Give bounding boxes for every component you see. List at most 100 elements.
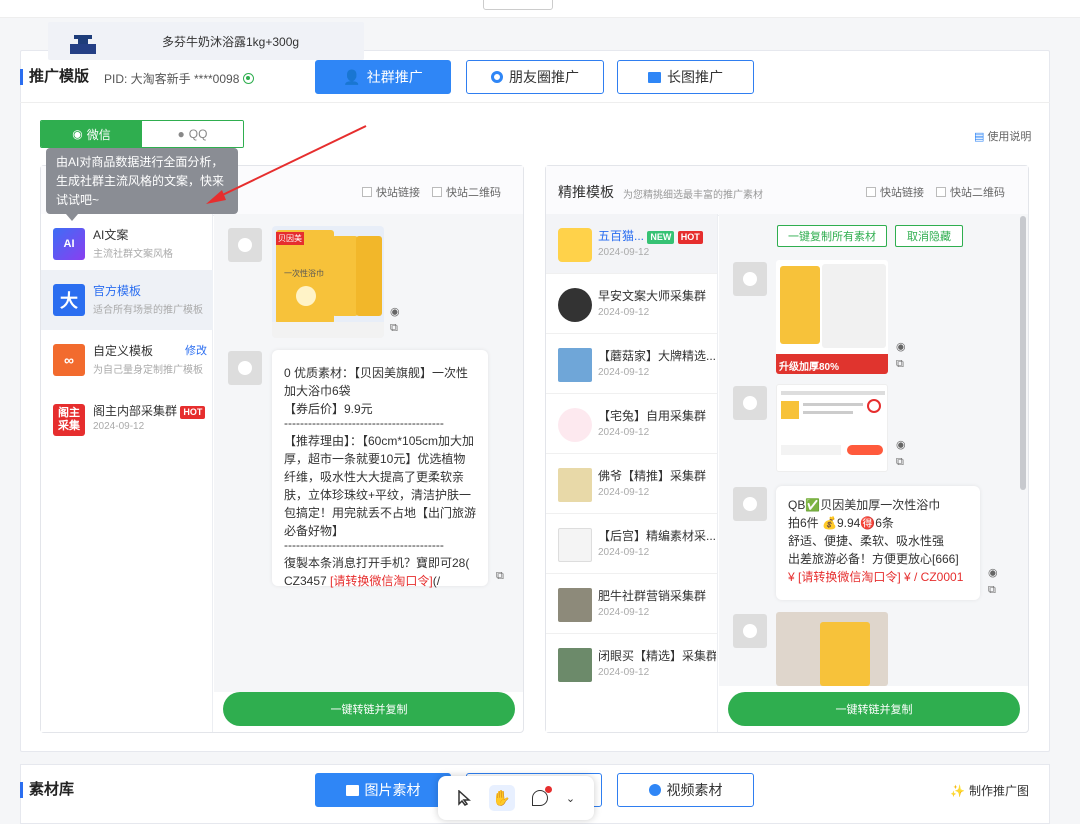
scrollbar[interactable]: [1020, 216, 1026, 490]
make-poster-label: 制作推广图: [968, 784, 1029, 798]
chevron-down-icon[interactable]: ⌄: [566, 792, 575, 805]
msg-line: 0 优质素材：【贝因美旗舰】一次性加大浴巾6袋: [284, 366, 469, 398]
group-avatar: [558, 588, 592, 622]
product-image[interactable]: [776, 612, 888, 686]
avatar: [733, 614, 767, 648]
right-copy-button[interactable]: 一键转链并复制: [728, 692, 1020, 726]
group-item[interactable]: 早安文案大师采集群 2024-09-12: [546, 274, 717, 334]
quick-link-checkbox[interactable]: 快站链接: [866, 184, 924, 200]
group-avatar: [558, 348, 592, 382]
pen-icon: ∞: [53, 344, 85, 376]
group-date: 2024-09-12: [598, 667, 650, 678]
template-item-owner-group[interactable]: 阁主采集 阁主内部采集群 HOT 2024-09-12: [41, 390, 213, 450]
quick-link-label: 快站链接: [880, 187, 924, 199]
template-title-row: 阁主内部采集群 HOT: [93, 402, 206, 419]
msg-line: 【券后价】9.9元: [284, 402, 373, 416]
quick-qr-checkbox[interactable]: 快站二维码: [936, 184, 1005, 200]
tab-moments[interactable]: 朋友圈推广: [466, 60, 604, 94]
msg-separator: ----------------------------------------: [284, 418, 444, 430]
wechat-label: 微信: [86, 127, 111, 142]
tab-longimage[interactable]: 长图推广: [617, 60, 754, 94]
pointer-icon[interactable]: [457, 790, 471, 806]
product-bar: 多芬牛奶沐浴露1kg+300g: [48, 22, 364, 60]
image-caption: 升级加厚80%: [776, 354, 888, 374]
lasso-icon[interactable]: [532, 786, 553, 806]
coupon-screenshot[interactable]: [776, 384, 888, 472]
cat-avatar-icon: [558, 228, 592, 262]
new-badge: NEW: [647, 231, 675, 244]
tab-videos-label: 视频素材: [666, 782, 723, 798]
product-name: 多芬牛奶沐浴露1kg+300g: [162, 35, 300, 49]
quick-qr-checkbox[interactable]: 快站二维码: [432, 184, 501, 200]
jingtui-subtitle: 为您精挑细选最丰富的推广素材: [623, 190, 763, 201]
usage-link[interactable]: ▤ 使用说明: [974, 128, 1031, 144]
tab-community[interactable]: 👤 社群推广: [315, 60, 451, 94]
tab-videos[interactable]: 视频素材: [617, 773, 754, 807]
tab-images[interactable]: 图片素材: [315, 773, 451, 807]
pid-check-icon[interactable]: [243, 73, 255, 84]
msg-line: QB✅贝因美加厚一次性浴巾: [788, 498, 941, 512]
msg-text: (/: [432, 574, 441, 588]
group-name: 【宅兔】自用采集群: [598, 409, 707, 423]
product-image[interactable]: 贝因美 一次性浴巾: [272, 226, 384, 338]
checkbox-box: [936, 187, 946, 197]
divider: [20, 102, 1050, 103]
eye-icon[interactable]: ◉: [896, 340, 906, 353]
group-avatar: [558, 468, 592, 502]
quick-qr-label: 快站二维码: [446, 187, 501, 199]
ai-icon: AI: [53, 228, 85, 260]
msg-line: 拍6件 💰9.94🉐6条: [788, 516, 894, 530]
template-item-official[interactable]: 大 官方模板 适合所有场景的推广模板: [41, 270, 213, 330]
template-item-ai[interactable]: AI AI文案 主流社群文案风格: [41, 214, 213, 274]
hand-icon[interactable]: ✋: [488, 785, 515, 811]
official-icon: 大: [53, 284, 85, 316]
eye-icon[interactable]: ◉: [896, 438, 906, 451]
top-button[interactable]: [483, 0, 553, 10]
copy-icon[interactable]: ⧉: [390, 322, 398, 335]
group-date: 2024-09-12: [598, 367, 650, 378]
group-item[interactable]: 【后宫】精编素材采... 2024-09-12: [546, 514, 717, 574]
group-date: 2024-09-12: [598, 547, 650, 558]
materials-title: 素材库: [20, 782, 74, 798]
copy-icon[interactable]: ⧉: [896, 456, 904, 469]
jingtui-title: 精推模板: [558, 184, 614, 200]
template-sub: 主流社群文案风格: [93, 249, 173, 260]
group-name-row: 五百猫... NEW HOT: [598, 227, 716, 244]
template-date: 2024-09-12: [93, 421, 145, 432]
group-item[interactable]: 【蘑菇家】大牌精选... 2024-09-12: [546, 334, 717, 394]
users-icon: 👤: [343, 68, 361, 85]
group-item[interactable]: 五百猫... NEW HOT 2024-09-12: [546, 214, 717, 274]
edit-link[interactable]: 修改: [185, 342, 207, 358]
group-item[interactable]: 佛爷【精推】采集群 2024-09-12: [546, 454, 717, 514]
make-poster-link[interactable]: ✨ 制作推广图: [950, 782, 1029, 799]
video-icon: [648, 784, 661, 796]
copy-icon[interactable]: ⧉: [896, 358, 904, 371]
tab-moments-label: 朋友圈推广: [509, 69, 579, 85]
image-icon: [345, 784, 359, 796]
pid-label: PID: 大淘客新手 ****0098: [104, 72, 240, 86]
template-list: AI AI文案 主流社群文案风格 大 官方模板 适合所有场景的推广模板 ∞ 自定…: [41, 214, 213, 732]
product-image-text: 一次性浴巾: [284, 269, 324, 278]
group-item[interactable]: 闭眼买【精选】采集群 2024-09-12: [546, 634, 717, 694]
copy-icon[interactable]: ⧉: [988, 584, 996, 597]
left-copy-button[interactable]: 一键转链并复制: [223, 692, 515, 726]
eye-icon[interactable]: ◉: [390, 305, 400, 318]
template-item-custom[interactable]: ∞ 自定义模板 修改 为自己量身定制推广模板: [41, 330, 213, 390]
quick-link-checkbox[interactable]: 快站链接: [362, 184, 420, 200]
group-name: 早安文案大师采集群: [598, 289, 707, 303]
message-bubble: QB✅贝因美加厚一次性浴巾 拍6件 💰9.94🉐6条 舒适、便捷、柔软、吸水性强…: [776, 486, 980, 600]
group-date: 2024-09-12: [598, 247, 650, 258]
eye-icon[interactable]: ◉: [988, 566, 998, 579]
group-item[interactable]: 肥牛社群营销采集群 2024-09-12: [546, 574, 717, 634]
copy-icon[interactable]: ⧉: [496, 570, 504, 583]
tab-images-label: 图片素材: [364, 782, 421, 798]
wechat-toggle[interactable]: ◉ 微信: [41, 121, 142, 147]
group-date: 2024-09-12: [598, 487, 650, 498]
group-name: 肥牛社群营销采集群: [598, 589, 707, 603]
copy-all-button[interactable]: 一键复制所有素材: [777, 225, 887, 247]
cancel-hide-button[interactable]: 取消隐藏: [895, 225, 963, 247]
product-image[interactable]: 升级加厚80%: [776, 260, 888, 374]
group-item[interactable]: 【宅兔】自用采集群 2024-09-12: [546, 394, 717, 454]
usage-label: 使用说明: [987, 131, 1032, 143]
avatar: [733, 487, 767, 521]
